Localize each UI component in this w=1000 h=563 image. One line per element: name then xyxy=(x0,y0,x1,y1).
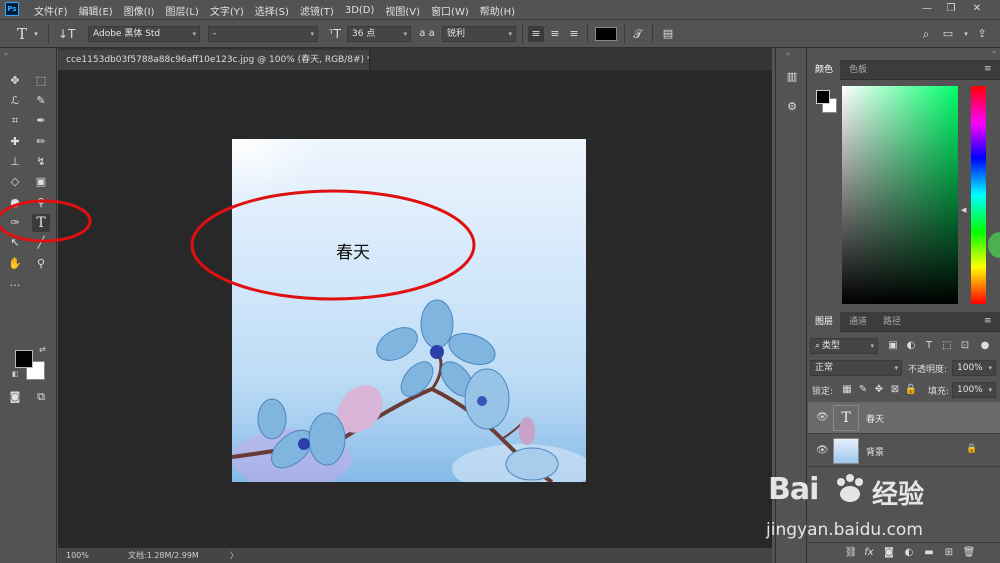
filter-shape-icon[interactable]: ⬚ xyxy=(940,339,954,353)
opacity-label: 不透明度: xyxy=(908,365,948,375)
document-info: 文档:1.28M/2.99M xyxy=(128,551,199,560)
hue-marker-icon: ◀ xyxy=(961,206,967,214)
fill-input[interactable]: 100% ▾ xyxy=(952,382,996,398)
lock-icon: 🔒 xyxy=(966,444,978,454)
filter-pixel-icon[interactable]: ▣ xyxy=(886,339,900,353)
lock-position-icon[interactable]: ✥ xyxy=(872,383,886,397)
filter-toggle-icon[interactable]: ● xyxy=(978,339,992,353)
panel-menu-icon[interactable]: ≡ xyxy=(984,64,992,74)
new-group-icon[interactable]: ▬ xyxy=(922,546,936,560)
link-layers-icon[interactable]: ⛓ xyxy=(844,546,858,560)
fill-label: 填充: xyxy=(928,387,950,397)
eye-icon[interactable]: 👁 xyxy=(816,412,829,423)
hue-slider[interactable] xyxy=(971,86,986,304)
lock-all-icon[interactable]: 🔒 xyxy=(904,383,918,397)
color-fg-swatch[interactable] xyxy=(816,90,830,104)
paw-logo-icon xyxy=(834,474,866,504)
watermark-brand: Bai xyxy=(768,472,819,507)
lock-label: 锁定: xyxy=(812,387,834,397)
side-widget xyxy=(988,232,1000,258)
lock-pixels-icon[interactable]: ✎ xyxy=(856,383,870,397)
lock-artboard-icon[interactable]: ⊠ xyxy=(888,383,902,397)
zoom-level[interactable]: 100% xyxy=(66,548,89,563)
layer-name: 背景 xyxy=(866,448,885,458)
status-menu-arrow-icon[interactable]: 〉 xyxy=(230,548,238,563)
layer-row-background[interactable]: 👁 背景 🔒 xyxy=(808,435,1000,467)
tab-paths[interactable]: 路径 xyxy=(876,312,908,332)
layer-row-text[interactable]: 👁 T 春天 xyxy=(808,402,1000,434)
properties-panel-icon[interactable]: ⚙ xyxy=(783,98,801,116)
status-bar: 100% 文档:1.28M/2.99M 〉 xyxy=(58,548,772,563)
opacity-input[interactable]: 100% ▾ xyxy=(952,360,996,376)
new-layer-icon[interactable]: ⊞ xyxy=(942,546,956,560)
layer-style-icon[interactable]: fx xyxy=(862,546,876,560)
layers-panel-header: 图层 通道 路径 ≡ xyxy=(808,312,1000,332)
filter-type-icon[interactable]: T xyxy=(922,339,936,353)
watermark-url: jingyan.baidu.com xyxy=(766,520,923,540)
layer-filter-select[interactable]: ⌕ 类型 ▾ xyxy=(810,338,878,354)
history-panel-icon[interactable]: ▥ xyxy=(783,68,801,86)
tab-color[interactable]: 颜色 xyxy=(808,60,841,80)
image-layer-thumbnail xyxy=(833,438,859,464)
lock-transparent-icon[interactable]: ▦ xyxy=(840,383,854,397)
blend-mode-select[interactable]: 正常 ▾ xyxy=(810,360,902,376)
layer-name: 春天 xyxy=(866,415,885,425)
color-picker-field[interactable] xyxy=(842,86,958,304)
add-mask-icon[interactable]: ◙ xyxy=(882,546,896,560)
lock-buttons: ▦ ✎ ✥ ⊠ 🔒 xyxy=(840,383,930,397)
tab-layers[interactable]: 图层 xyxy=(808,312,841,332)
tab-channels[interactable]: 通道 xyxy=(842,312,874,332)
annotation-circle-type-tool xyxy=(0,199,92,243)
text-layer-thumbnail-icon: T xyxy=(833,405,859,431)
baidu-jingyan-watermark: Bai 经验 jingyan.baidu.com xyxy=(760,468,1000,548)
color-panel-header: 颜色 色板 ≡ xyxy=(808,60,1000,80)
collapse-icon[interactable]: « xyxy=(786,50,790,58)
tab-swatches[interactable]: 色板 xyxy=(842,60,874,80)
watermark-brand-suffix: 经验 xyxy=(872,480,925,510)
eye-icon[interactable]: 👁 xyxy=(816,445,829,456)
panel-menu-icon[interactable]: ≡ xyxy=(984,316,992,326)
search-icon: ⌕ xyxy=(815,341,821,351)
filter-adjustment-icon[interactable]: ◐ xyxy=(904,339,918,353)
layer-filter-buttons: ▣ ◐ T ⬚ ⊡ ● xyxy=(886,339,996,353)
adjustment-layer-icon[interactable]: ◐ xyxy=(902,546,916,560)
collapse-icon[interactable]: « xyxy=(808,48,1000,58)
filter-smart-icon[interactable]: ⊡ xyxy=(958,339,972,353)
delete-layer-icon[interactable]: 🗑 xyxy=(962,546,976,560)
annotation-circle-canvas-text xyxy=(190,189,476,301)
